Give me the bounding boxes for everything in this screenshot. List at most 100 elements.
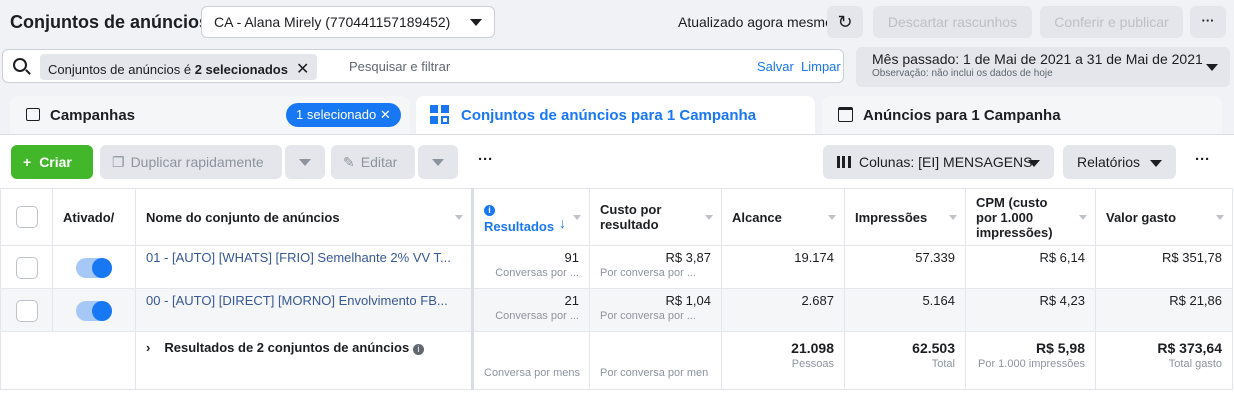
reports-dropdown[interactable]: Relatórios bbox=[1063, 145, 1176, 179]
totals-reach-cell: 21.098 Pessoas bbox=[721, 331, 845, 390]
page-title: Conjuntos de anúncios bbox=[10, 12, 210, 32]
chevron-down-icon bbox=[1028, 160, 1040, 167]
col-cpm[interactable]: CPM (custo por 1.000 impressões) bbox=[965, 188, 1096, 246]
create-label: Criar bbox=[39, 154, 72, 170]
close-icon[interactable]: ✕ bbox=[296, 61, 309, 78]
select-all-cell bbox=[0, 188, 53, 246]
totals-impressions-sub: Total bbox=[931, 358, 955, 370]
adsets-table: Ativado/ Nome do conjunto de anúncios iR… bbox=[0, 188, 1233, 390]
folder-icon bbox=[26, 108, 40, 121]
active-toggle[interactable] bbox=[76, 258, 112, 278]
col-spent[interactable]: Valor gasto bbox=[1095, 188, 1233, 246]
col-impressions[interactable]: Impressões bbox=[844, 188, 966, 246]
row-toggle-cell bbox=[52, 288, 136, 332]
sort-icon bbox=[705, 215, 713, 220]
totals-spent-sub: Total gasto bbox=[1168, 358, 1222, 370]
results-value: 21 bbox=[564, 293, 579, 308]
col-reach[interactable]: Alcance bbox=[721, 188, 845, 246]
more-actions-button[interactable]: ··· bbox=[478, 145, 493, 179]
totals-spent-cell: R$ 373,64 Total gasto bbox=[1095, 331, 1233, 390]
edit-dropdown[interactable] bbox=[418, 145, 458, 179]
col-active-label: Ativado/ bbox=[63, 209, 115, 225]
chevron-down-icon bbox=[432, 159, 444, 166]
columns-icon bbox=[837, 156, 851, 168]
col-name[interactable]: Nome do conjunto de anúncios bbox=[135, 188, 473, 246]
more-options-button[interactable]: ··· bbox=[1190, 6, 1226, 38]
totals-results-cell: Conversa por mens bbox=[471, 331, 590, 390]
row-spent-cell: R$ 21,86 bbox=[1095, 288, 1233, 332]
results-sub: Conversas por ... bbox=[495, 310, 579, 322]
search-input[interactable]: Pesquisar e filtrar bbox=[349, 59, 450, 74]
adset-name-link[interactable]: 00 - [AUTO] [DIRECT] [MORNO] Envolviment… bbox=[146, 293, 461, 308]
chevron-down-icon bbox=[470, 19, 482, 26]
results-value: 91 bbox=[564, 250, 579, 265]
row-toggle-cell bbox=[52, 245, 136, 289]
more-options-button[interactable]: ··· bbox=[1195, 145, 1210, 179]
create-button[interactable]: + Criar bbox=[11, 145, 93, 179]
totals-cost-sub: Por conversa por men bbox=[600, 367, 709, 379]
clear-filter-link[interactable]: Limpar bbox=[801, 59, 841, 74]
col-active[interactable]: Ativado/ bbox=[52, 188, 136, 246]
totals-label: Resultados de 2 conjuntos de anúncios bbox=[164, 340, 410, 355]
tab-ads-label: Anúncios para 1 Campanha bbox=[863, 107, 1061, 124]
totals-reach-sub: Pessoas bbox=[791, 358, 834, 370]
cost-value: R$ 3,87 bbox=[665, 250, 711, 265]
row-reach-cell: 2.687 bbox=[721, 288, 845, 332]
col-results-label: Resultados bbox=[484, 219, 555, 234]
chevron-down-icon bbox=[299, 159, 311, 166]
reports-label: Relatórios bbox=[1077, 154, 1141, 170]
tab-adsets[interactable]: Conjuntos de anúncios para 1 Campanha bbox=[416, 96, 815, 134]
sort-icon bbox=[828, 215, 836, 220]
filter-chip[interactable]: Conjuntos de anúncios é 2 selecionados ✕ bbox=[40, 54, 318, 80]
review-publish-button[interactable]: Conferir e publicar bbox=[1040, 6, 1183, 38]
row-results-cell: 21 Conversas por ... bbox=[471, 288, 590, 332]
totals-impressions-cell: 62.503 Total bbox=[844, 331, 966, 390]
tab-campaigns[interactable]: Campanhas 1 selecionado ✕ bbox=[10, 96, 410, 134]
grid-icon bbox=[430, 105, 450, 125]
row-cost-cell: R$ 1,04 Por conversa por ... bbox=[589, 288, 722, 332]
totals-cpm-cell: R$ 5,98 Por 1.000 impressões bbox=[965, 331, 1096, 390]
table-row[interactable]: 01 - [AUTO] [WHATS] [FRIO] Semelhante 2%… bbox=[0, 245, 1233, 289]
col-spent-label: Valor gasto bbox=[1106, 209, 1177, 225]
sort-icon bbox=[455, 215, 463, 220]
select-all-checkbox[interactable] bbox=[15, 206, 38, 228]
columns-label: Colunas: [EI] MENSAGENS bbox=[859, 154, 1033, 170]
totals-impressions-value: 62.503 bbox=[912, 340, 955, 356]
discard-drafts-button[interactable]: Descartar rascunhos bbox=[873, 6, 1032, 38]
chevron-right-icon[interactable]: › bbox=[146, 340, 150, 355]
tab-ads[interactable]: Anúncios para 1 Campanha bbox=[822, 96, 1222, 134]
col-results[interactable]: i Resultados ↓ bbox=[471, 188, 590, 246]
duplicate-button[interactable]: ❐ Duplicar rapidamente bbox=[100, 145, 282, 179]
refresh-icon: ↻ bbox=[837, 12, 853, 32]
account-selector[interactable]: CA - Alana Mirely (770441157189452) bbox=[201, 6, 495, 38]
sort-icon bbox=[573, 215, 581, 220]
sort-icon bbox=[1216, 215, 1224, 220]
duplicate-dropdown[interactable] bbox=[285, 145, 325, 179]
edit-label: Editar bbox=[360, 154, 398, 170]
col-cost[interactable]: Custo por resultado bbox=[589, 188, 722, 246]
results-sub: Conversas por ... bbox=[495, 267, 579, 279]
adset-name-link[interactable]: 01 - [AUTO] [WHATS] [FRIO] Semelhante 2%… bbox=[146, 250, 461, 265]
row-checkbox[interactable] bbox=[15, 257, 38, 279]
row-select-cell bbox=[0, 245, 53, 289]
refresh-button[interactable]: ↻ bbox=[827, 6, 863, 38]
save-filter-link[interactable]: Salvar bbox=[757, 59, 794, 74]
columns-dropdown[interactable]: Colunas: [EI] MENSAGENS bbox=[823, 145, 1054, 179]
table-header: Ativado/ Nome do conjunto de anúncios iR… bbox=[0, 188, 1233, 246]
ad-icon bbox=[838, 107, 853, 122]
totals-row: › Resultados de 2 conjuntos de anúncios i… bbox=[0, 331, 1233, 390]
search-icon bbox=[13, 58, 27, 72]
tab-campaigns-label: Campanhas bbox=[50, 107, 136, 124]
selected-chip[interactable]: 1 selecionado ✕ bbox=[286, 103, 401, 127]
row-spent-cell: R$ 351,78 bbox=[1095, 245, 1233, 289]
active-toggle[interactable] bbox=[76, 301, 112, 321]
date-range-picker[interactable]: Mês passado: 1 de Mai de 2021 a 31 de Ma… bbox=[856, 47, 1230, 87]
table-row[interactable]: 00 - [AUTO] [DIRECT] [MORNO] Envolviment… bbox=[0, 288, 1233, 332]
totals-cpm-sub: Por 1.000 impressões bbox=[978, 358, 1085, 370]
row-checkbox[interactable] bbox=[15, 300, 38, 322]
date-range-note: Observação: não inclui os dados de hoje bbox=[872, 68, 1053, 79]
tab-adsets-label: Conjuntos de anúncios para 1 Campanha bbox=[461, 107, 757, 124]
edit-button[interactable]: ✎ Editar bbox=[331, 145, 415, 179]
row-reach-cell: 19.174 bbox=[721, 245, 845, 289]
search-filter-bar[interactable]: Conjuntos de anúncios é 2 selecionados ✕ … bbox=[2, 49, 844, 83]
